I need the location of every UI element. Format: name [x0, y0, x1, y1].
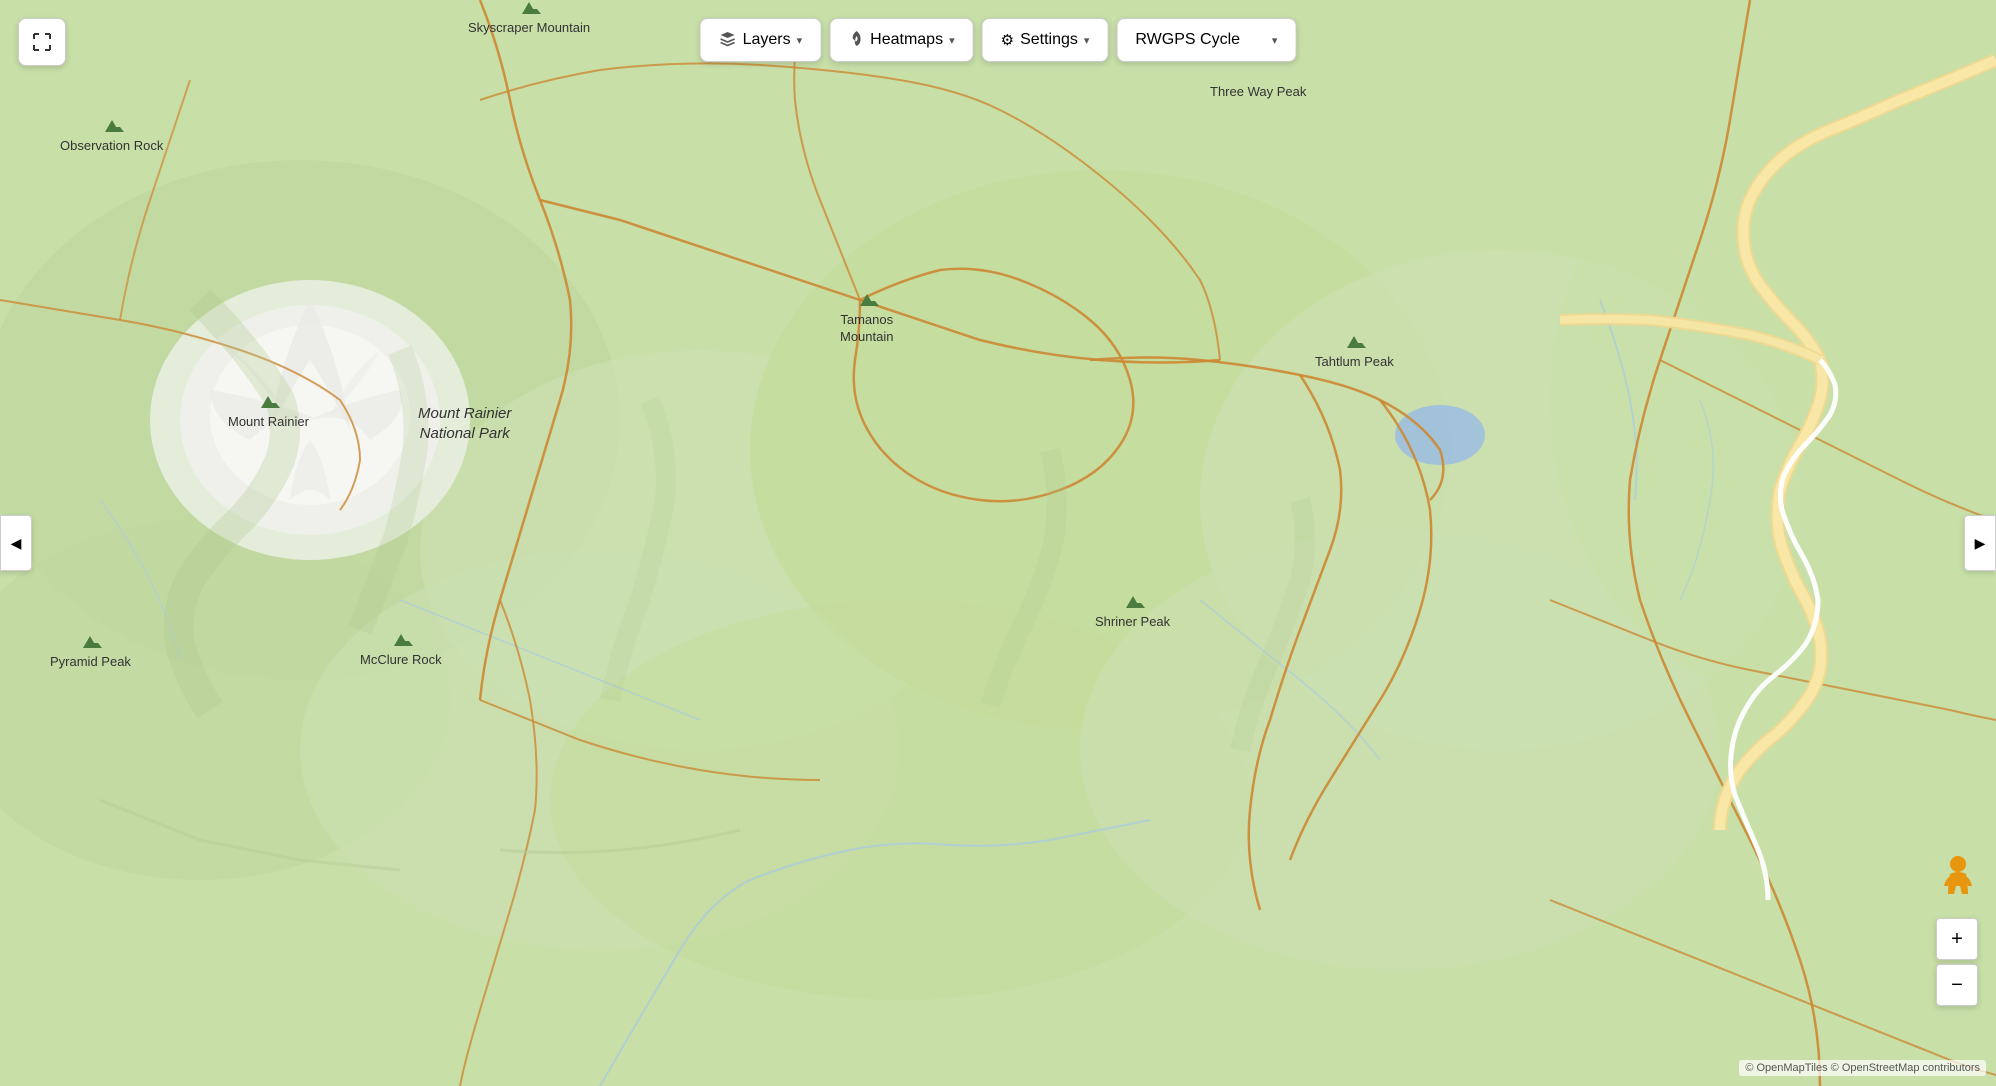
zoom-in-button[interactable]: +	[1936, 918, 1978, 960]
settings-button[interactable]: ⚙ Settings ▾	[982, 18, 1109, 62]
map-container: Skyscraper Mountain Observation Rock Thr…	[0, 0, 1996, 1086]
heatmaps-button[interactable]: Heatmaps ▾	[829, 18, 973, 62]
zoom-controls: + −	[1936, 918, 1978, 1006]
map-background	[0, 0, 1996, 1086]
street-view-pegman[interactable]	[1940, 856, 1976, 911]
fullscreen-button[interactable]	[18, 18, 66, 66]
heatmaps-chevron: ▾	[949, 34, 955, 47]
nav-right-button[interactable]: ▶	[1964, 515, 1996, 571]
settings-chevron: ▾	[1084, 34, 1090, 47]
nav-left-button[interactable]: ◀	[0, 515, 32, 571]
layers-icon	[719, 29, 737, 51]
nav-right-icon: ▶	[1975, 535, 1986, 552]
map-type-chevron: ▾	[1272, 34, 1278, 47]
map-type-button[interactable]: RWGPS Cycle ▾	[1116, 18, 1296, 62]
zoom-in-icon: +	[1951, 928, 1963, 951]
layers-button[interactable]: Layers ▾	[700, 18, 822, 62]
settings-icon: ⚙	[1001, 31, 1014, 49]
heatmaps-icon	[848, 29, 864, 51]
layers-chevron: ▾	[797, 34, 803, 47]
zoom-out-button[interactable]: −	[1936, 964, 1978, 1006]
toolbar: Layers ▾ Heatmaps ▾ ⚙ Settings ▾ RWGPS C…	[700, 18, 1297, 62]
zoom-out-icon: −	[1951, 974, 1963, 997]
attribution: © OpenMapTiles © OpenStreetMap contribut…	[1739, 1060, 1986, 1076]
nav-left-icon: ◀	[11, 535, 22, 552]
